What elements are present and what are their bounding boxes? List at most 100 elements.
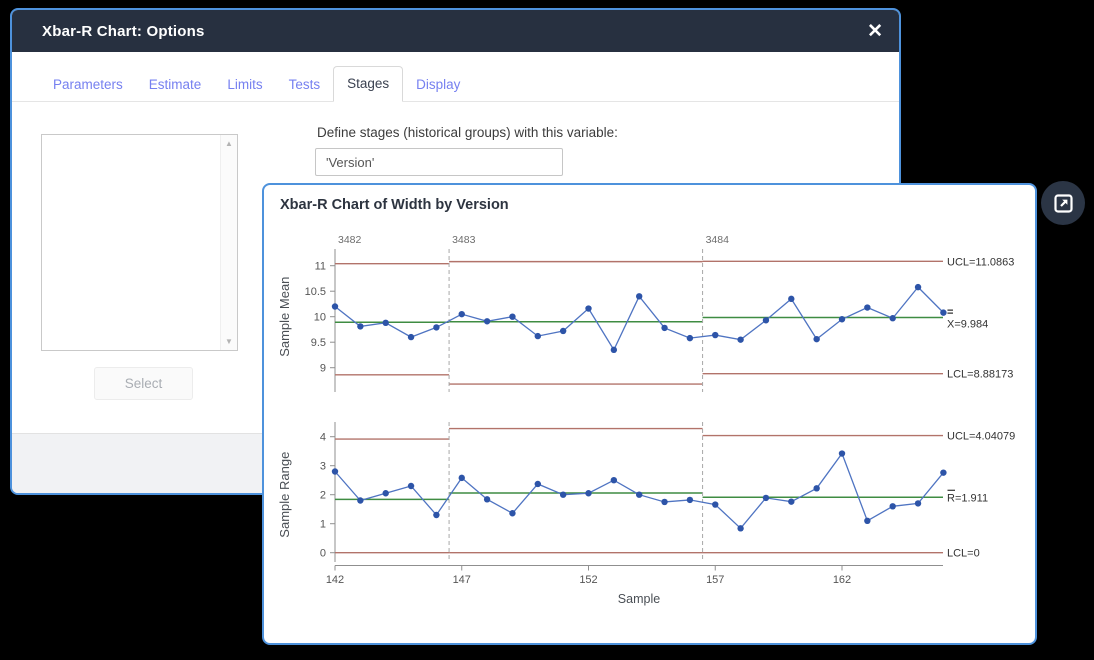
data-point[interactable] [940, 469, 946, 475]
data-point[interactable] [636, 293, 642, 299]
data-point[interactable] [737, 525, 743, 531]
center-label: X=9.984 [947, 319, 988, 331]
tab-parameters[interactable]: Parameters [40, 68, 136, 102]
stage-label: 3484 [706, 234, 730, 246]
tab-strip: ParametersEstimateLimitsTestsStagesDispl… [12, 52, 899, 102]
data-point[interactable] [661, 325, 667, 331]
data-point[interactable] [839, 316, 845, 322]
data-point[interactable] [915, 284, 921, 290]
data-point[interactable] [611, 347, 617, 353]
ucl-label: UCL=4.04079 [947, 431, 1015, 443]
data-point[interactable] [890, 315, 896, 321]
scroll-down-icon[interactable]: ▼ [221, 337, 237, 346]
stage-label: 3482 [338, 234, 362, 246]
data-point[interactable] [459, 311, 465, 317]
ucl-label: UCL=11.0863 [947, 256, 1014, 268]
center-label: R=1.911 [947, 492, 988, 504]
dialog-title: Xbar-R Chart: Options [42, 23, 205, 40]
data-point[interactable] [585, 490, 591, 496]
data-point[interactable] [890, 503, 896, 509]
data-point[interactable] [636, 492, 642, 498]
open-in-new-window-button[interactable] [1041, 181, 1085, 225]
data-point[interactable] [332, 468, 338, 474]
data-point[interactable] [509, 314, 515, 320]
data-point[interactable] [687, 497, 693, 503]
y-tick-label: 9 [320, 363, 326, 375]
y-tick-label: 9.5 [311, 337, 326, 349]
y-tick-label: 2 [320, 490, 326, 502]
data-point[interactable] [813, 336, 819, 342]
data-point[interactable] [408, 483, 414, 489]
define-stages-label: Define stages (historical groups) with t… [317, 125, 618, 140]
data-point[interactable] [687, 335, 693, 341]
x-tick-label: 162 [833, 574, 851, 586]
scroll-up-icon[interactable]: ▲ [221, 139, 237, 148]
stage-variable-input[interactable] [315, 148, 563, 176]
data-point[interactable] [611, 477, 617, 483]
close-icon[interactable]: ✕ [867, 22, 883, 41]
data-point[interactable] [433, 324, 439, 330]
data-point[interactable] [940, 309, 946, 315]
xbar-chart: 99.51010.511Sample Mean348234833484UCL=1… [277, 234, 1014, 392]
data-point[interactable] [484, 318, 490, 324]
data-point[interactable] [763, 495, 769, 501]
y-tick-label: 10.5 [305, 286, 326, 298]
y-tick-label: 11 [315, 261, 326, 273]
data-point[interactable] [433, 512, 439, 518]
tab-display[interactable]: Display [403, 68, 473, 102]
data-point[interactable] [839, 450, 845, 456]
data-point[interactable] [864, 518, 870, 524]
y-tick-label: 0 [320, 548, 326, 560]
data-point[interactable] [560, 328, 566, 334]
data-point[interactable] [712, 501, 718, 507]
data-series [335, 454, 943, 529]
control-charts-svg: 99.51010.511Sample Mean348234833484UCL=1… [264, 185, 1035, 630]
data-point[interactable] [737, 336, 743, 342]
data-point[interactable] [788, 498, 794, 504]
data-point[interactable] [535, 333, 541, 339]
y-axis-title: Sample Range [277, 452, 292, 538]
r-chart: 0 1 2 3 4 Sample Range UCL=4.04079 R=1.911 LCL=0… [277, 422, 1015, 606]
tab-limits[interactable]: Limits [214, 68, 275, 102]
data-point[interactable] [383, 490, 389, 496]
data-point[interactable] [383, 320, 389, 326]
y-tick-label: 4 [320, 432, 326, 444]
data-point[interactable] [915, 500, 921, 506]
x-tick-label: 157 [706, 574, 724, 586]
data-point[interactable] [864, 304, 870, 310]
y-tick-label: 1 [320, 519, 326, 531]
tab-stages[interactable]: Stages [333, 66, 403, 102]
data-point[interactable] [661, 499, 667, 505]
data-point[interactable] [712, 332, 718, 338]
data-point[interactable] [408, 334, 414, 340]
data-point[interactable] [332, 303, 338, 309]
data-point[interactable] [357, 323, 363, 329]
y-tick-label: 10 [314, 312, 326, 324]
x-tick-label: 152 [579, 574, 597, 586]
lcl-label: LCL=0 [947, 548, 980, 560]
data-point[interactable] [813, 485, 819, 491]
data-point[interactable] [484, 496, 490, 502]
x-tick-label: 142 [326, 574, 344, 586]
listbox-scrollbar[interactable]: ▲ ▼ [220, 135, 237, 350]
select-button[interactable]: Select [94, 367, 193, 400]
data-point[interactable] [560, 492, 566, 498]
y-tick-label: 3 [320, 461, 326, 473]
stage-label: 3483 [452, 234, 476, 246]
data-point[interactable] [535, 481, 541, 487]
tab-estimate[interactable]: Estimate [136, 68, 215, 102]
x-tick-label: 147 [453, 574, 471, 586]
x-axis-title: Sample [618, 592, 660, 606]
data-point[interactable] [763, 317, 769, 323]
data-point[interactable] [788, 296, 794, 302]
data-point[interactable] [509, 510, 515, 516]
center-label-doublebar: = [947, 307, 953, 319]
data-point[interactable] [585, 305, 591, 311]
lcl-label: LCL=8.88173 [947, 369, 1013, 381]
variable-listbox[interactable]: ▲ ▼ [41, 134, 238, 351]
tab-tests[interactable]: Tests [276, 68, 334, 102]
data-point[interactable] [459, 475, 465, 481]
open-in-new-icon [1053, 193, 1074, 214]
chart-window: Xbar-R Chart of Width by Version 99.5101… [262, 183, 1037, 645]
data-point[interactable] [357, 497, 363, 503]
